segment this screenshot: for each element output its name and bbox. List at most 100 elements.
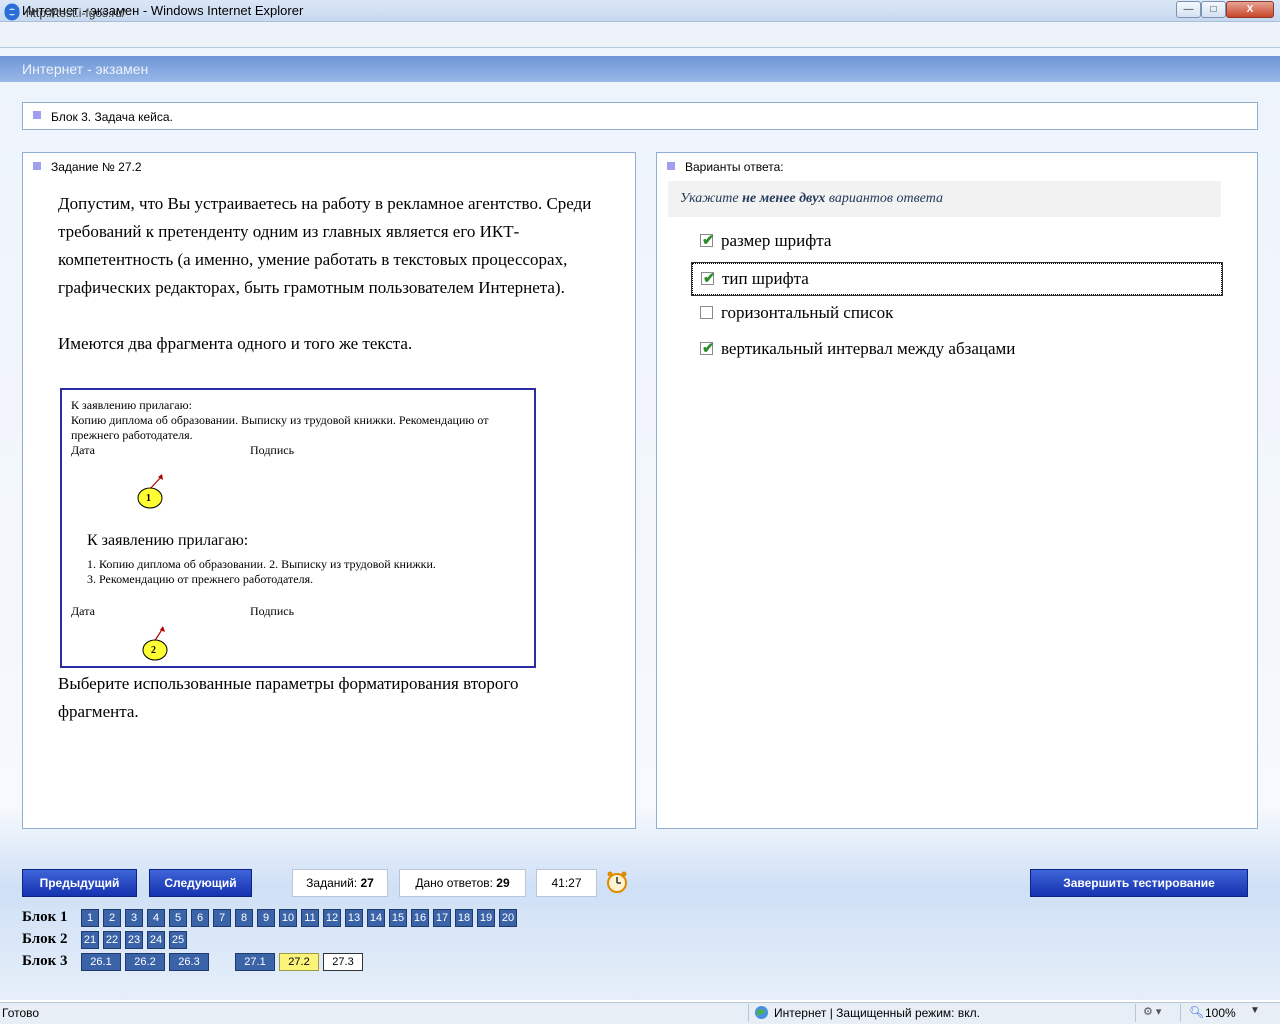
alarm-clock-icon [607, 871, 627, 893]
checkbox[interactable]: ✔ [700, 340, 715, 357]
checkbox[interactable]: ✔ [700, 232, 715, 249]
question-button[interactable]: 5 [169, 909, 187, 927]
question-button[interactable]: 22 [103, 931, 121, 949]
task-paragraph: Имеются два фрагмента одного и того же т… [58, 334, 413, 353]
task-figure: К заявлению прилагаю: Копию диплома об о… [60, 388, 536, 668]
security-zone: Интернет | Защищенный режим: вкл. [774, 1006, 980, 1020]
question-button[interactable]: 14 [367, 909, 385, 927]
tasks-count-value: 27 [360, 876, 374, 890]
fragment2-line1: 1. Копию диплома об образовании. 2. Выпи… [87, 557, 436, 571]
question-button[interactable]: 26.2 [125, 953, 165, 971]
question-button[interactable]: 8 [235, 909, 253, 927]
question-button[interactable]: 7 [213, 909, 231, 927]
question-button[interactable]: 19 [477, 909, 495, 927]
status-divider [748, 1004, 749, 1022]
hint-text: Укажите не менее двух вариантов ответа [680, 191, 943, 207]
previous-button[interactable]: Предыдущий [22, 869, 137, 897]
question-button[interactable]: 16 [411, 909, 429, 927]
zoom-level[interactable]: 100% [1205, 1006, 1236, 1020]
checkbox[interactable] [700, 306, 713, 319]
bullet-square-icon [33, 111, 41, 119]
question-button[interactable]: 9 [257, 909, 275, 927]
finish-test-button[interactable]: Завершить тестирование [1030, 869, 1248, 897]
question-button[interactable]: 26.1 [81, 953, 121, 971]
check-icon: ✔ [702, 232, 715, 249]
question-button[interactable]: 25 [169, 931, 187, 949]
task-text: Допустим, что Вы устраиваетесь на работу… [58, 190, 598, 358]
answer-option[interactable]: горизонтальный список [692, 298, 1222, 330]
status-divider [1180, 1004, 1181, 1022]
question-button[interactable]: 6 [191, 909, 209, 927]
question-button[interactable]: 26.3 [169, 953, 209, 971]
answer-label[interactable]: вертикальный интервал между абзацами [721, 339, 1015, 359]
fragment2-date: Дата [71, 604, 95, 618]
check-icon: ✔ [703, 270, 716, 287]
status-divider [1135, 1004, 1136, 1022]
close-button[interactable]: X [1226, 1, 1274, 18]
question-button[interactable]: 11 [301, 909, 319, 927]
marker-2-label: 2 [151, 645, 156, 656]
address-url[interactable]: http://test.i-fgos.ru/ [26, 6, 125, 20]
chevron-down-icon[interactable]: ▼ [1250, 1005, 1260, 1016]
question-button[interactable]: 24 [147, 931, 165, 949]
fragment1-heading: К заявлению прилагаю: [71, 398, 192, 412]
answer-label[interactable]: горизонтальный список [721, 303, 893, 323]
settings-icon[interactable]: ⚙ ▾ [1143, 1005, 1161, 1018]
next-button[interactable]: Следующий [149, 869, 252, 897]
question-button[interactable]: 15 [389, 909, 407, 927]
question-button[interactable]: 17 [433, 909, 451, 927]
maximize-button[interactable]: □ [1201, 1, 1226, 18]
status-bar [0, 1002, 1280, 1024]
answers-label: Варианты ответа: [685, 160, 784, 174]
hint-pre: Укажите [680, 191, 743, 206]
tasks-count-label: Заданий: [306, 876, 358, 890]
question-button[interactable]: 23 [125, 931, 143, 949]
task-question: Выберите использованные параметры формат… [58, 674, 519, 721]
ie-page-icon [4, 5, 20, 21]
question-button[interactable]: 12 [323, 909, 341, 927]
fragment1-date: Дата [71, 443, 95, 457]
question-button[interactable]: 27.2 [279, 953, 319, 971]
fragment2-line2: 3. Рекомендацию от прежнего работодателя… [87, 572, 314, 586]
question-button[interactable]: 2 [103, 909, 121, 927]
minimize-button[interactable]: — [1176, 1, 1201, 18]
answer-label[interactable]: тип шрифта [722, 269, 809, 289]
question-button[interactable]: 27.1 [235, 953, 275, 971]
answer-option[interactable]: ✔ тип шрифта [691, 262, 1223, 296]
block-1-label: Блок 1 [22, 909, 68, 925]
app-header [0, 56, 1280, 82]
answered-count: Дано ответов: 29 [399, 869, 526, 897]
tasks-count: Заданий: 27 [292, 869, 388, 897]
answered-count-value: 29 [496, 876, 510, 890]
bullet-square-icon [33, 162, 41, 170]
question-button[interactable]: 21 [81, 931, 99, 949]
timer: 41:27 [536, 869, 597, 897]
answer-option[interactable]: ✔ размер шрифта [692, 226, 1222, 258]
fragment1-signature: Подпись [250, 443, 295, 457]
question-button[interactable]: 10 [279, 909, 297, 927]
answer-label[interactable]: размер шрифта [721, 231, 831, 251]
globe-icon [754, 1005, 769, 1020]
zoom-icon: 🔍︎ [1189, 1005, 1205, 1019]
question-button[interactable]: 20 [499, 909, 517, 927]
task-number: Задание № 27.2 [51, 160, 142, 174]
answer-option[interactable]: ✔ вертикальный интервал между абзацами [692, 334, 1222, 366]
fragment1-body: Копию диплома об образовании. Выписку из… [71, 413, 489, 442]
bullet-square-icon [667, 162, 675, 170]
question-button[interactable]: 3 [125, 909, 143, 927]
task-paragraph: Допустим, что Вы устраиваетесь на работу… [58, 194, 592, 297]
block-2-label: Блок 2 [22, 931, 68, 947]
checkbox[interactable]: ✔ [701, 270, 716, 287]
question-button[interactable]: 1 [81, 909, 99, 927]
block-3-label: Блок 3 [22, 953, 68, 969]
marker-1-label: 1 [146, 493, 151, 504]
question-button[interactable]: 27.3 [323, 953, 363, 971]
check-icon: ✔ [702, 340, 715, 357]
question-button[interactable]: 4 [147, 909, 165, 927]
block-label: Блок 3. Задача кейса. [51, 110, 173, 124]
status-text: Готово [2, 1006, 40, 1020]
block-panel [22, 102, 1258, 130]
question-button[interactable]: 13 [345, 909, 363, 927]
question-button[interactable]: 18 [455, 909, 473, 927]
address-bar[interactable] [0, 22, 1280, 48]
